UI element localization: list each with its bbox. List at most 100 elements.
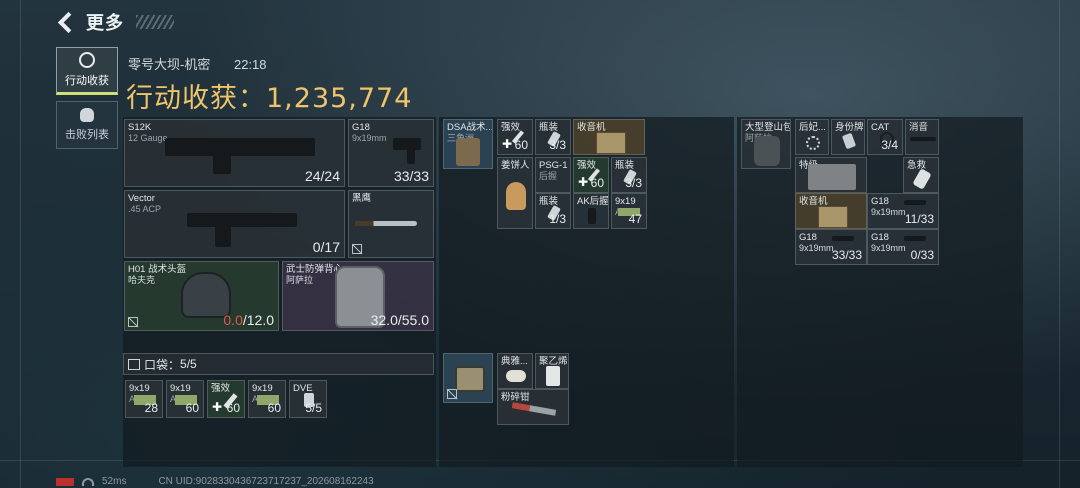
grip-icon bbox=[588, 208, 596, 224]
pocket-label: 口袋： bbox=[144, 357, 181, 372]
vest-item[interactable]: 收音机 bbox=[573, 119, 645, 155]
backpack-slot[interactable]: 大型登山包 阿萨拉 bbox=[741, 119, 791, 169]
helmet-durability-max: /12.0 bbox=[242, 312, 274, 328]
canister-icon bbox=[546, 366, 560, 386]
item-count: 60 bbox=[226, 401, 240, 415]
item-name: 粉碎钳 bbox=[501, 392, 530, 403]
heal-plus-icon: ✚ bbox=[212, 400, 223, 414]
pocket-bar: 口袋： 5/5 bbox=[123, 353, 434, 375]
vest-item[interactable]: 强效 ✚ 60 bbox=[573, 157, 609, 193]
pocket-icon bbox=[128, 358, 140, 370]
status-bar: 52ms CN UID:9028330436723717237_20260816… bbox=[56, 476, 374, 487]
knife-icon bbox=[355, 221, 417, 226]
teacup-icon bbox=[506, 370, 526, 382]
helmet-durability-current: 0.0 bbox=[223, 312, 243, 328]
item-count: 0/17 bbox=[312, 239, 340, 255]
backpack-item[interactable]: G18 9x19mm 0/33 bbox=[867, 229, 939, 265]
item-count: 5/5 bbox=[305, 401, 322, 415]
item-name: S12K bbox=[128, 122, 152, 133]
item-name: 强效 bbox=[211, 383, 231, 394]
user-uid: CN UID:9028330436723717237_202608162243 bbox=[158, 476, 374, 487]
decorative-stripes bbox=[136, 15, 174, 29]
vest-item[interactable]: 瓶装 3/3 bbox=[611, 157, 647, 193]
item-count: 33/33 bbox=[831, 248, 862, 262]
back-icon[interactable] bbox=[56, 11, 78, 33]
item-name: 典雅... bbox=[501, 356, 528, 367]
radio-icon bbox=[818, 206, 848, 228]
pocket-item[interactable]: DVE 5/5 bbox=[289, 380, 327, 418]
item-name: H01 战术头盔 bbox=[128, 264, 187, 275]
melee-slot[interactable]: 黑鹰 bbox=[348, 190, 434, 258]
backpack-panel bbox=[737, 117, 1023, 467]
tab-loot-label: 行动收获 bbox=[65, 75, 109, 87]
secondary-weapon-slot[interactable]: Vector .45 ACP 0/17 bbox=[124, 190, 345, 258]
backpack-item[interactable]: CAT 3/4 bbox=[867, 119, 903, 155]
item-name: G18 bbox=[871, 232, 889, 243]
vest-item[interactable]: 姜饼人 bbox=[497, 157, 533, 229]
item-name: 9x19 bbox=[129, 383, 150, 394]
tab-loot[interactable]: 行动收获 bbox=[56, 47, 118, 95]
item-name: PSG-1 bbox=[539, 160, 568, 171]
helmet-slot[interactable]: H01 战术头盔 哈夫克 0.0/12.0 bbox=[124, 261, 279, 331]
no-sell-icon bbox=[447, 389, 457, 399]
vest-slot[interactable]: DSA战术... 三角洲 bbox=[443, 119, 493, 169]
item-name: G18 bbox=[871, 196, 889, 207]
top-bar: 更多 bbox=[56, 8, 174, 36]
pocket-item[interactable]: 9x19 AP 60 bbox=[248, 380, 286, 418]
radio-icon bbox=[596, 132, 626, 154]
vest-item[interactable]: 瓶装 1/3 bbox=[535, 193, 571, 229]
frame-line-left bbox=[20, 0, 21, 488]
primary-weapon-slot[interactable]: S12K 12 Gauge 24/24 bbox=[124, 119, 345, 187]
pocket-item[interactable]: 9x19 AP 28 bbox=[125, 380, 163, 418]
pistol-slot[interactable]: G18 9x19mm 33/33 bbox=[348, 119, 434, 187]
backpack-item[interactable]: 收音机 bbox=[795, 193, 867, 229]
vest-item[interactable]: PSG-1 后握 bbox=[535, 157, 571, 193]
backpack-item[interactable]: G18 9x19mm 33/33 bbox=[795, 229, 867, 265]
pocket-item[interactable]: 强效 ✚ 60 bbox=[207, 380, 245, 418]
case-slot[interactable] bbox=[443, 353, 493, 403]
case-item[interactable]: 聚乙烯 bbox=[535, 353, 569, 389]
vest-item[interactable]: 9x19 AP 47 bbox=[611, 193, 647, 229]
loot-label: 行动收获： bbox=[126, 83, 266, 113]
backpack-item[interactable]: G18 9x19mm 11/33 bbox=[867, 193, 939, 229]
pocket-item[interactable]: 9x19 AP 60 bbox=[166, 380, 204, 418]
item-sub: 9x19mm bbox=[871, 207, 906, 217]
backpack-item[interactable]: 特级... bbox=[795, 157, 867, 193]
smg-icon bbox=[187, 213, 297, 227]
item-count: 28 bbox=[144, 401, 158, 415]
item-sub: 12 Gauge bbox=[128, 133, 168, 143]
pistol-icon bbox=[904, 236, 926, 241]
item-name: 消音 bbox=[909, 122, 929, 133]
item-sub: 哈夫克 bbox=[128, 275, 156, 285]
item-count: 60 bbox=[185, 401, 199, 415]
backpack-item[interactable]: 消音 bbox=[905, 119, 939, 155]
vest-item[interactable]: 瓶装 3/3 bbox=[535, 119, 571, 155]
tab-kills[interactable]: 击败列表 bbox=[56, 101, 118, 149]
item-count: 32.0/55.0 bbox=[370, 312, 429, 328]
item-name: DSA战术... bbox=[447, 122, 493, 133]
tactical-vest-icon bbox=[456, 138, 480, 166]
tab-kills-label: 击败列表 bbox=[65, 129, 109, 141]
item-name: 9x19 bbox=[615, 196, 636, 207]
page-title: 更多 bbox=[86, 13, 124, 33]
backpack-item[interactable]: 后妃... bbox=[795, 119, 829, 155]
item-count: 60 bbox=[267, 401, 281, 415]
map-name: 零号大坝-机密 bbox=[128, 57, 211, 72]
pistol-grip-icon bbox=[407, 148, 415, 164]
backpack-item[interactable]: 身份牌 bbox=[831, 119, 865, 155]
vest-item[interactable]: 强效 ✚ 60 bbox=[497, 119, 533, 155]
loot-value: 1,235,774 bbox=[266, 83, 413, 114]
wifi-icon bbox=[82, 477, 94, 486]
item-name: 大型登山包 bbox=[745, 122, 791, 133]
case-item[interactable]: 典雅... bbox=[497, 353, 533, 389]
backpack-item[interactable]: 急救 bbox=[903, 157, 939, 193]
case-item[interactable]: 粉碎钳 bbox=[497, 389, 569, 425]
vest-item[interactable]: AK后握 bbox=[573, 193, 609, 229]
item-sub: 9x19mm bbox=[799, 243, 834, 253]
item-count: 24/24 bbox=[304, 168, 340, 184]
match-time: 22:18 bbox=[233, 57, 267, 72]
armor-slot[interactable]: 武士防弹背心 阿萨拉 32.0/55.0 bbox=[282, 261, 434, 331]
item-count: 0/33 bbox=[910, 248, 934, 262]
gingerbread-icon bbox=[506, 182, 526, 210]
item-count: 33/33 bbox=[393, 168, 429, 184]
